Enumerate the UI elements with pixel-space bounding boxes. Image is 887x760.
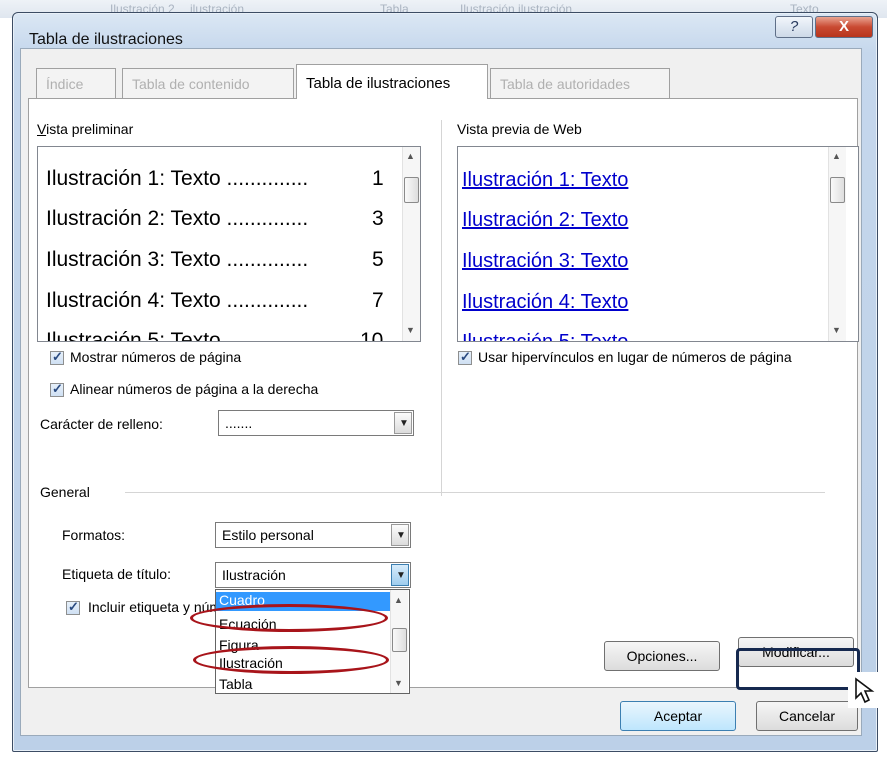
annotation-oval	[193, 646, 389, 674]
print-preview-line: Ilustración 2: Texto .............. 3	[46, 207, 384, 230]
caption-label-label: Etiqueta de título:	[62, 566, 171, 582]
scroll-down-icon[interactable]: ▼	[832, 325, 841, 335]
caption-label-value: Ilustración	[222, 567, 286, 583]
scroll-thumb[interactable]	[392, 628, 407, 652]
tab-table-of-authorities[interactable]: Tabla de autoridades	[490, 68, 670, 98]
web-preview-link[interactable]: Ilustración 3: Texto	[462, 250, 628, 273]
web-preview-label-text: Vista previa de Web	[457, 121, 582, 137]
include-label-checkbox[interactable]: ✓	[66, 599, 80, 615]
general-divider	[125, 492, 825, 493]
web-preview-link[interactable]: Ilustración 2: Texto	[462, 209, 628, 232]
print-preview-line: Ilustración 4: Texto .............. 7	[46, 289, 384, 312]
check-icon: ✓	[52, 349, 63, 364]
check-icon: ✓	[52, 381, 63, 396]
page-number: 3	[372, 207, 384, 230]
scroll-down-icon[interactable]: ▼	[406, 325, 415, 335]
annotation-highlight-box	[736, 648, 860, 690]
right-align-checkbox[interactable]: ✓	[50, 381, 64, 397]
web-preview-scrollbar[interactable]: ▲ ▼	[828, 147, 846, 341]
use-hyperlinks-label: Usar hipervínculos en lugar de números d…	[478, 349, 792, 365]
print-preview-scrollbar[interactable]: ▲ ▼	[402, 147, 420, 341]
page-number: 7	[372, 289, 384, 312]
close-button[interactable]: X	[815, 16, 873, 38]
page-number: 10	[360, 329, 384, 342]
web-preview-box: Ilustración 1: Texto Ilustración 2: Text…	[457, 146, 859, 342]
web-preview-link[interactable]: Ilustración 1: Texto	[462, 169, 628, 192]
check-icon: ✓	[460, 349, 471, 364]
web-preview-label: Vista previa de Web	[457, 121, 582, 137]
help-icon: ?	[789, 18, 799, 35]
use-hyperlinks-checkbox[interactable]: ✓	[458, 349, 472, 365]
page-number: 1	[372, 167, 384, 190]
cancel-button[interactable]: Cancelar	[756, 701, 858, 731]
print-preview-line: Ilustración 3: Texto .............. 5	[46, 248, 384, 271]
formats-label: Formatos:	[62, 527, 126, 543]
scroll-up-icon[interactable]: ▲	[394, 595, 403, 605]
show-page-numbers-checkbox[interactable]: ✓	[50, 349, 64, 365]
print-preview-line: Ilustración 5: Texto .............. 10	[46, 329, 383, 341]
dropdown-arrow-icon[interactable]: ▼	[391, 524, 409, 546]
ok-button[interactable]: Aceptar	[620, 701, 736, 731]
dropdown-scrollbar[interactable]: ▲ ▼	[390, 590, 408, 693]
dropdown-item-tabla[interactable]: Tabla	[216, 676, 392, 693]
dropdown-arrow-icon[interactable]: ▼	[394, 412, 412, 434]
formats-select[interactable]: Estilo personal ▼	[215, 522, 411, 548]
check-icon: ✓	[68, 599, 79, 614]
web-preview-link[interactable]: Ilustración 4: Texto	[462, 291, 628, 314]
print-preview-label: Vista preliminar	[37, 121, 134, 137]
options-button[interactable]: Opciones...	[604, 641, 720, 671]
scroll-thumb[interactable]	[404, 177, 419, 203]
annotation-oval	[190, 604, 388, 632]
print-preview-label-text: ista preliminar	[46, 121, 134, 137]
show-page-numbers-label: Mostrar números de página	[70, 349, 242, 365]
web-preview-link[interactable]: Ilustración 5: Texto	[462, 331, 628, 341]
help-button[interactable]: ?	[775, 16, 813, 38]
scroll-down-icon[interactable]: ▼	[394, 678, 403, 688]
scroll-up-icon[interactable]: ▲	[832, 151, 841, 161]
general-group-label: General	[40, 484, 90, 500]
tab-leader-label: Carácter de relleno:	[40, 416, 163, 432]
dropdown-arrow-icon[interactable]: ▼	[391, 564, 409, 586]
scroll-thumb[interactable]	[830, 177, 845, 203]
scroll-up-icon[interactable]: ▲	[406, 151, 415, 161]
mouse-cursor-icon	[848, 672, 884, 708]
vertical-divider	[441, 120, 442, 496]
tab-leader-select[interactable]: ....... ▼	[218, 410, 414, 436]
tab-table-of-contents[interactable]: Tabla de contenido	[122, 68, 294, 98]
tab-table-of-figures[interactable]: Tabla de ilustraciones	[296, 64, 488, 99]
print-preview-line: Ilustración 1: Texto .............. 1	[46, 167, 384, 190]
right-align-label: Alinear números de página a la derecha	[70, 381, 319, 397]
page-number: 5	[372, 248, 384, 271]
dialog-title: Tabla de ilustraciones	[29, 31, 183, 48]
print-preview-box: Ilustración 1: Texto .............. 1 Ilu…	[37, 146, 421, 342]
caption-label-select[interactable]: Ilustración ▼	[215, 562, 411, 588]
tab-index[interactable]: Índice	[36, 68, 116, 98]
tab-leader-value: .......	[225, 415, 253, 431]
close-icon: X	[838, 18, 849, 35]
formats-value: Estilo personal	[222, 527, 314, 543]
